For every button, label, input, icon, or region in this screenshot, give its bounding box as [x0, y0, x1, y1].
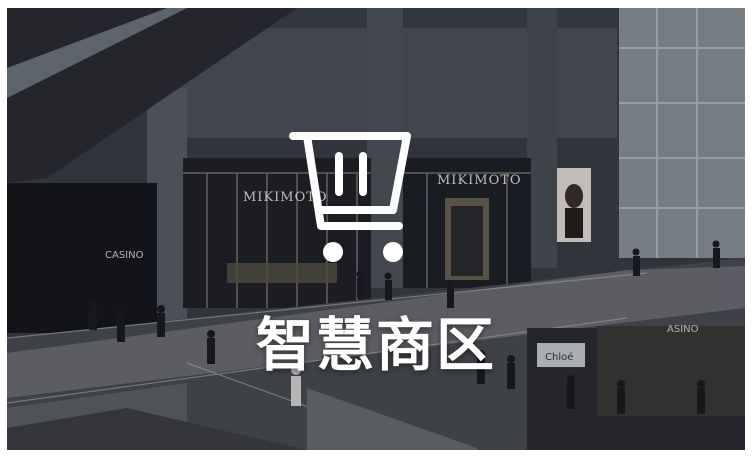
smart-district-card[interactable]: MIKIMOTO MIKIMOTO CASINO Chloé ASINO 智慧商…: [7, 8, 745, 450]
shopping-cart-icon: [289, 132, 411, 262]
card-title: 智慧商区: [255, 311, 496, 379]
